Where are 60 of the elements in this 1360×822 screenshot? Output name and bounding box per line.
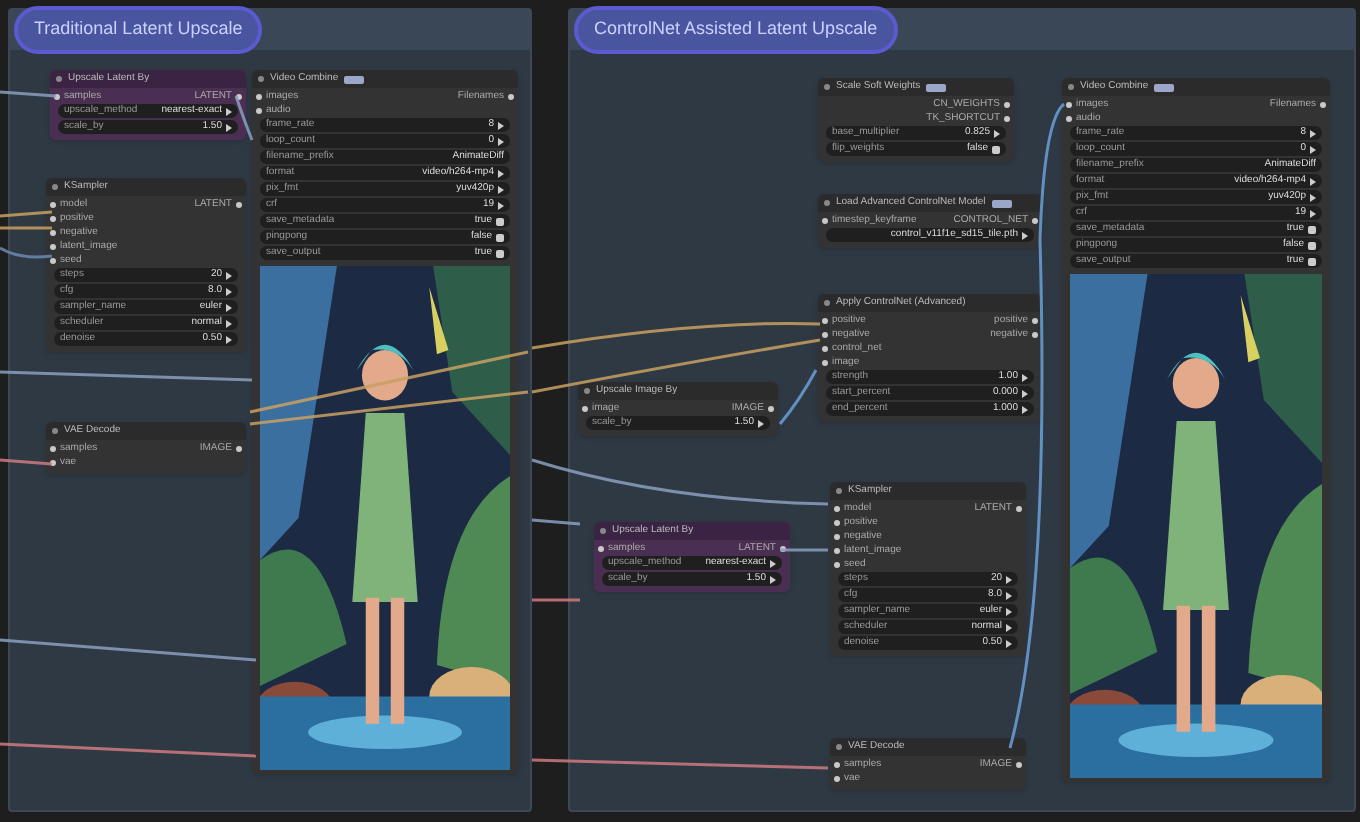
arrow-icon: [770, 575, 776, 583]
input-slot-icon[interactable]: [1066, 116, 1072, 122]
group-title-bar[interactable]: ControlNet Assisted Latent Upscale: [570, 10, 1354, 50]
wire: [0, 90, 57, 98]
wire: [234, 95, 254, 141]
group-title: ControlNet Assisted Latent Upscale: [574, 6, 898, 54]
input-slot-icon[interactable]: [822, 346, 828, 352]
input-slot-icon[interactable]: [834, 762, 840, 768]
input-slot-icon[interactable]: [50, 202, 56, 208]
arrow-icon: [758, 419, 764, 427]
wire: [0, 210, 53, 218]
output-slot-icon[interactable]: [768, 406, 774, 412]
input-slot-icon[interactable]: [822, 218, 828, 224]
input-slot-icon[interactable]: [50, 258, 56, 264]
arrow-icon: [1006, 639, 1012, 647]
wire: [0, 458, 53, 466]
output-slot-icon[interactable]: [236, 202, 242, 208]
output-slot-icon[interactable]: [508, 94, 514, 100]
output-slot-icon[interactable]: [236, 446, 242, 452]
input-slot-icon[interactable]: [834, 534, 840, 540]
input-slot-icon[interactable]: [822, 318, 828, 324]
input-slot-icon[interactable]: [834, 776, 840, 782]
toggle-icon: [992, 145, 1000, 153]
group-title: Traditional Latent Upscale: [14, 6, 263, 54]
wire: [531, 518, 581, 526]
input-slot-icon[interactable]: [834, 562, 840, 568]
wire: [0, 246, 53, 259]
output-slot-icon[interactable]: [1016, 506, 1022, 512]
input-slot-icon[interactable]: [822, 332, 828, 338]
input-slot-icon[interactable]: [256, 108, 262, 114]
wire: [532, 598, 580, 602]
input-slot-icon[interactable]: [54, 94, 60, 100]
wire: [0, 226, 52, 230]
input-slot-icon[interactable]: [50, 216, 56, 222]
input-slot-icon[interactable]: [50, 446, 56, 452]
input-slot-icon[interactable]: [256, 94, 262, 100]
arrow-icon: [226, 123, 232, 131]
caret-icon: [1022, 231, 1028, 239]
wire: [780, 548, 828, 552]
input-slot-icon[interactable]: [1066, 102, 1072, 108]
output-slot-icon[interactable]: [1032, 332, 1038, 338]
output-slot-icon[interactable]: [1032, 318, 1038, 324]
output-slot-icon[interactable]: [1016, 762, 1022, 768]
arrow-icon: [226, 335, 232, 343]
input-slot-icon[interactable]: [50, 244, 56, 250]
input-slot-icon[interactable]: [582, 406, 588, 412]
input-slot-icon[interactable]: [50, 460, 56, 466]
output-slot-icon[interactable]: [780, 546, 786, 552]
input-slot-icon[interactable]: [834, 548, 840, 554]
input-slot-icon[interactable]: [598, 546, 604, 552]
group-title-bar[interactable]: Traditional Latent Upscale: [10, 10, 530, 50]
input-slot-icon[interactable]: [822, 360, 828, 366]
output-slot-icon[interactable]: [1004, 102, 1010, 108]
input-slot-icon[interactable]: [834, 520, 840, 526]
input-slot-icon[interactable]: [50, 230, 56, 236]
output-slot-icon[interactable]: [1004, 116, 1010, 122]
output-slot-icon[interactable]: [1032, 218, 1038, 224]
input-slot-icon[interactable]: [834, 506, 840, 512]
output-slot-icon[interactable]: [236, 94, 242, 100]
output-slot-icon[interactable]: [1320, 102, 1326, 108]
